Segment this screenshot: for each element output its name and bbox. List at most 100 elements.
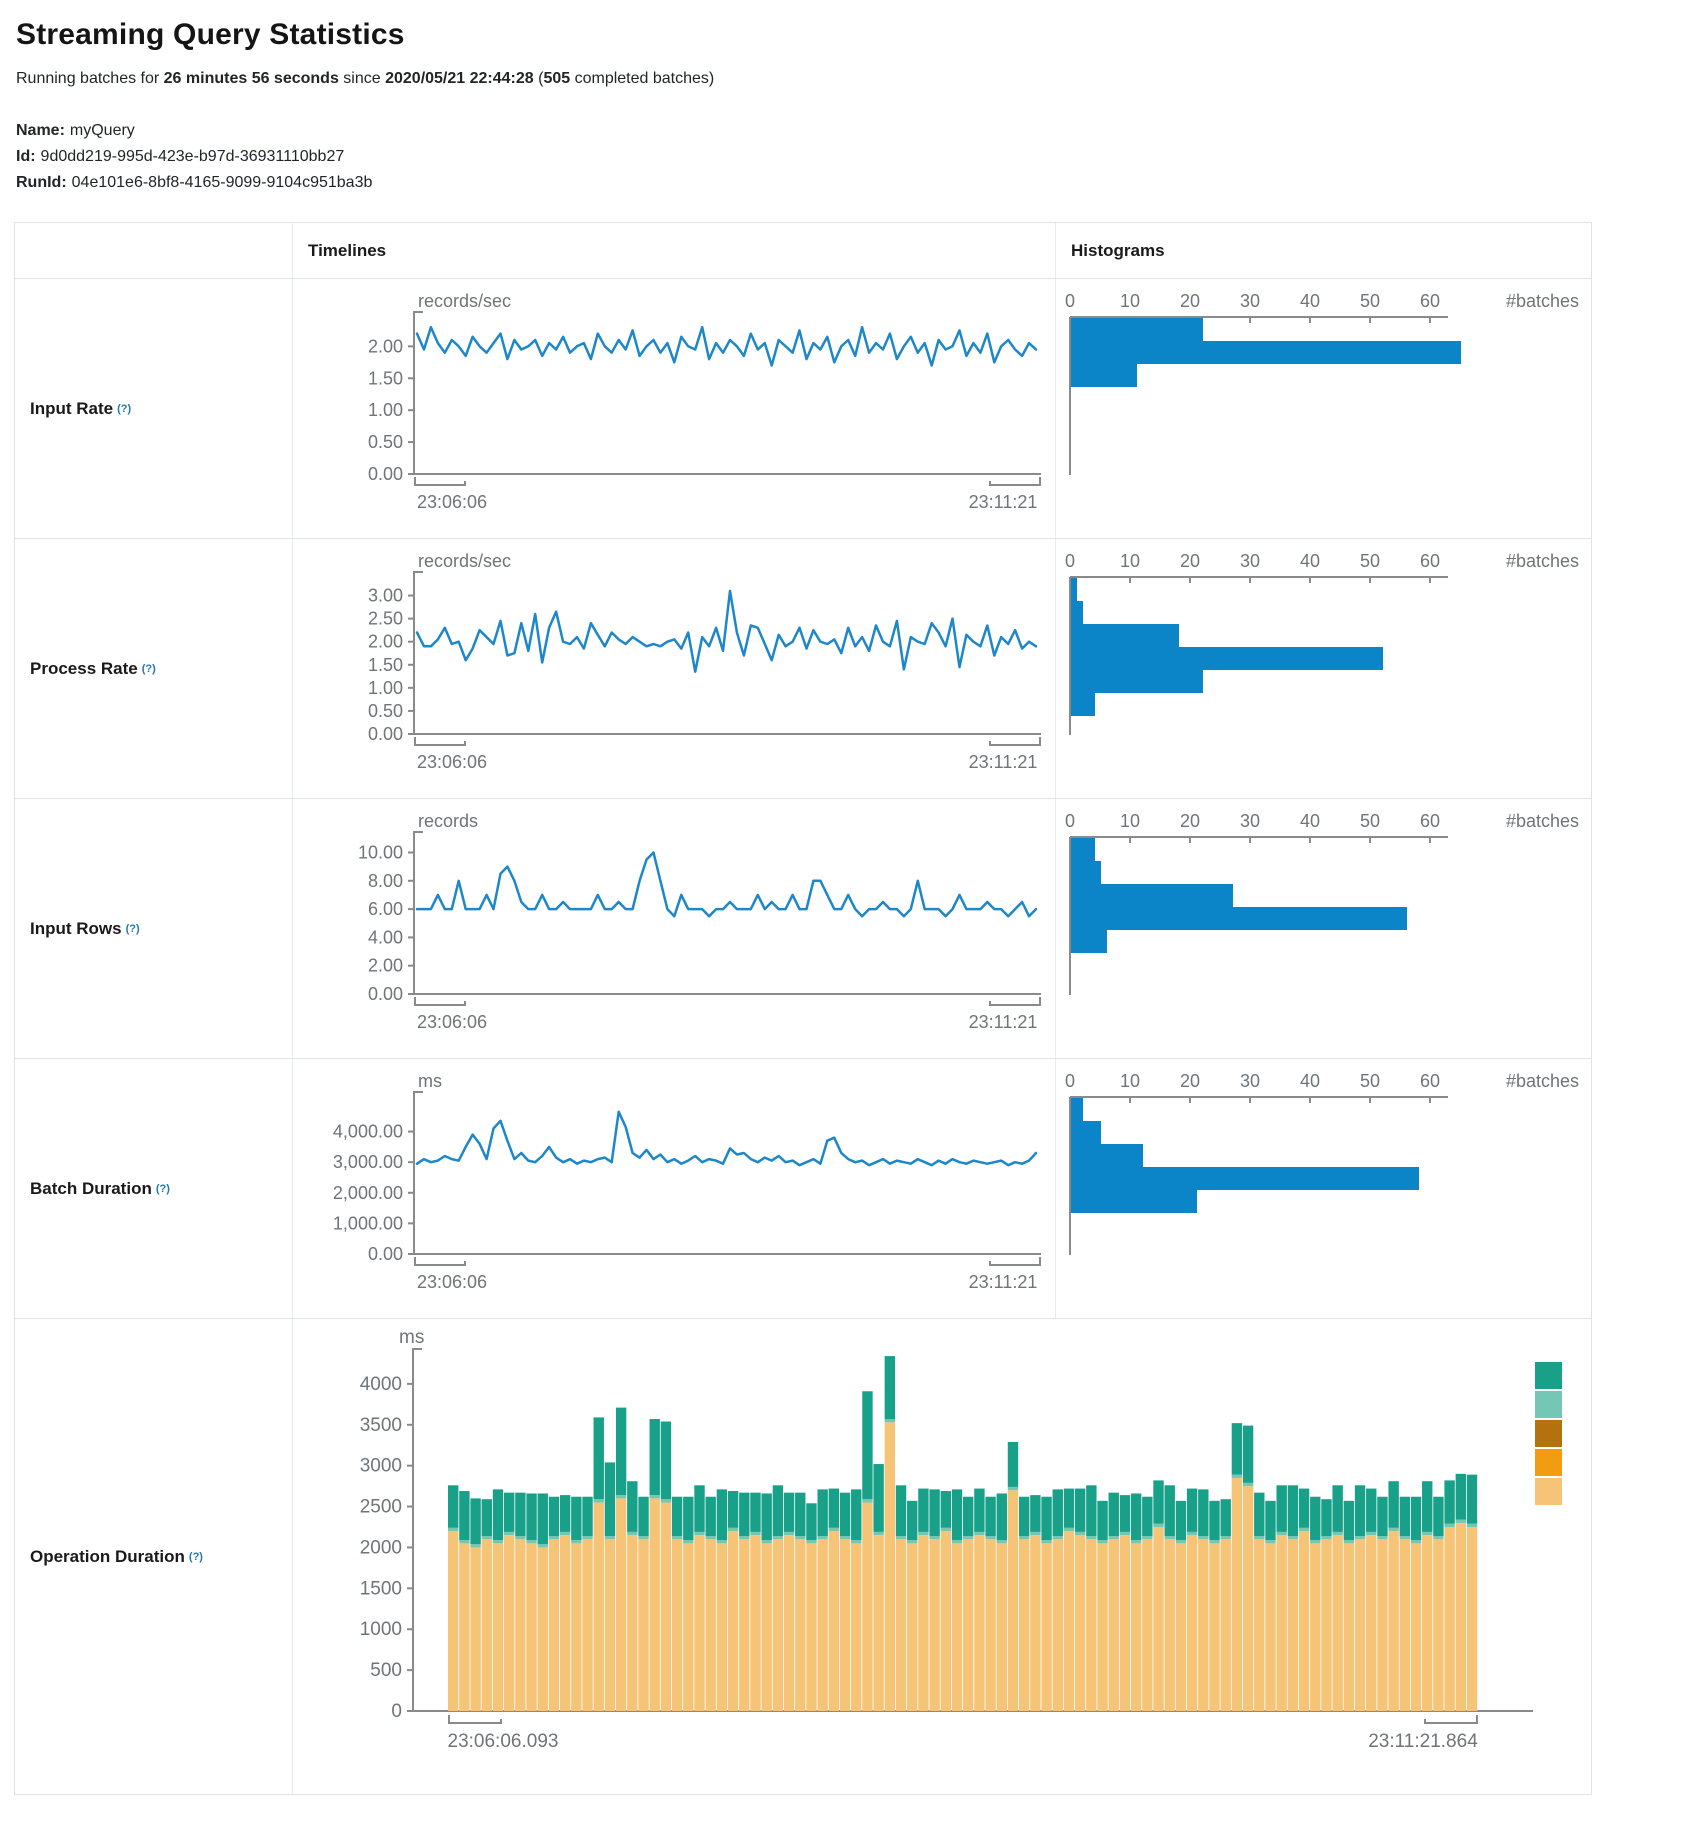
svg-text:0: 0	[391, 1701, 402, 1722]
svg-text:4000: 4000	[360, 1374, 402, 1395]
svg-text:40: 40	[1300, 811, 1320, 831]
streaming-query-statistics-page: Streaming Query Statistics Running batch…	[0, 0, 1693, 1835]
svg-text:3500: 3500	[360, 1415, 402, 1436]
svg-text:0.50: 0.50	[368, 701, 403, 721]
svg-text:8.00: 8.00	[368, 871, 403, 891]
svg-text:60: 60	[1420, 551, 1440, 571]
svg-text:4,000.00: 4,000.00	[333, 1122, 403, 1142]
process-rate-histogram-chart: 0102030405060#batches	[1056, 539, 1591, 798]
svg-text:ms: ms	[399, 1327, 424, 1348]
svg-text:23:11:21: 23:11:21	[969, 492, 1038, 512]
input-rate-histogram-chart: 0102030405060#batches	[1056, 279, 1591, 538]
svg-text:0.00: 0.00	[368, 984, 403, 1004]
svg-text:10: 10	[1120, 1071, 1140, 1091]
process-rate-label: Process Rate	[30, 659, 138, 679]
id-value: 9d0dd219-995d-423e-b97d-36931110bb27	[41, 148, 345, 165]
svg-text:1.00: 1.00	[368, 400, 403, 420]
svg-text:30: 30	[1240, 291, 1260, 311]
svg-text:records/sec: records/sec	[418, 291, 511, 311]
svg-text:23:11:21.864: 23:11:21.864	[1368, 1731, 1478, 1752]
name-value: myQuery	[70, 122, 135, 139]
page-title: Streaming Query Statistics	[16, 18, 1677, 52]
svg-text:23:11:21: 23:11:21	[969, 752, 1038, 772]
operation-duration-stacked-chart: ms4000350030002500200015001000500023:06:…	[293, 1319, 1591, 1794]
input-rate-timeline-chart: records/sec2.001.501.000.500.0023:06:062…	[293, 279, 1056, 538]
running-duration: 26 minutes 56 seconds	[164, 70, 339, 87]
svg-text:1.00: 1.00	[368, 678, 403, 698]
svg-text:10: 10	[1120, 811, 1140, 831]
svg-text:records/sec: records/sec	[418, 551, 511, 571]
input-rate-label: Input Rate	[30, 399, 113, 419]
svg-text:1.50: 1.50	[368, 368, 403, 388]
svg-text:0.50: 0.50	[368, 432, 403, 452]
help-icon[interactable]: (?)	[189, 1551, 203, 1563]
table-row-input-rate: Input Rate (?) records/sec 2.00 1.50 1.00 0.…	[15, 279, 1591, 539]
row-label-cell: Operation Duration (?)	[15, 1319, 293, 1794]
help-icon[interactable]: (?)	[142, 663, 156, 675]
svg-text:30: 30	[1240, 551, 1260, 571]
svg-text:4.00: 4.00	[368, 927, 403, 947]
svg-text:20: 20	[1180, 291, 1200, 311]
svg-text:2500: 2500	[360, 1497, 402, 1518]
summary-text: since	[339, 70, 385, 87]
svg-text:60: 60	[1420, 1071, 1440, 1091]
column-header-histograms: Histograms	[1056, 223, 1591, 278]
svg-text:23:11:21: 23:11:21	[969, 1272, 1038, 1292]
svg-text:23:06:06.093: 23:06:06.093	[448, 1731, 559, 1752]
row-label-cell: Input Rate (?)	[15, 279, 293, 538]
table-row-input-rows: Input Rows (?) records 10.00 8.00 6.00 4.00 2…	[15, 799, 1591, 1059]
start-timestamp: 2020/05/21 22:44:28	[385, 70, 534, 87]
svg-text:ms: ms	[418, 1071, 442, 1091]
svg-text:10.00: 10.00	[358, 842, 403, 862]
batch-duration-timeline-chart: ms4,000.003,000.002,000.001,000.000.0023…	[293, 1059, 1056, 1318]
svg-text:0.00: 0.00	[368, 724, 403, 744]
svg-text:#batches: #batches	[1506, 1071, 1579, 1091]
input-rows-histogram-chart: 0102030405060#batches	[1056, 799, 1591, 1058]
svg-text:records: records	[418, 811, 478, 831]
svg-text:500: 500	[370, 1660, 402, 1681]
svg-text:50: 50	[1360, 291, 1380, 311]
operation-duration-label: Operation Duration	[30, 1547, 185, 1567]
svg-text:2.00: 2.00	[368, 336, 403, 356]
svg-text:1500: 1500	[360, 1578, 402, 1599]
svg-text:3.00: 3.00	[368, 586, 403, 606]
svg-text:0: 0	[1065, 1071, 1075, 1091]
svg-text:40: 40	[1300, 291, 1320, 311]
statistics-table: Timelines Histograms Input Rate (?) reco…	[14, 222, 1592, 1795]
help-icon[interactable]: (?)	[126, 923, 140, 935]
svg-text:20: 20	[1180, 551, 1200, 571]
svg-text:20: 20	[1180, 811, 1200, 831]
svg-text:50: 50	[1360, 1071, 1380, 1091]
table-row-batch-duration: Batch Duration (?) ms 4,000.00 3,000.00 2,0…	[15, 1059, 1591, 1319]
svg-text:40: 40	[1300, 551, 1320, 571]
query-name-row: Name:myQuery	[16, 118, 1677, 144]
table-header-row: Timelines Histograms	[15, 223, 1591, 279]
summary-text: completed batches)	[570, 70, 714, 87]
query-metadata: Name:myQuery Id:9d0dd219-995d-423e-b97d-…	[16, 118, 1677, 196]
svg-text:50: 50	[1360, 551, 1380, 571]
row-label-cell: Input Rows (?)	[15, 799, 293, 1058]
svg-text:2,000.00: 2,000.00	[333, 1183, 403, 1203]
runid-label: RunId:	[16, 174, 67, 191]
svg-text:23:06:06: 23:06:06	[417, 1272, 487, 1292]
svg-text:2.00: 2.00	[368, 956, 403, 976]
svg-text:#batches: #batches	[1506, 291, 1579, 311]
row-label-cell: Process Rate (?)	[15, 539, 293, 798]
svg-text:10: 10	[1120, 291, 1140, 311]
svg-text:23:11:21: 23:11:21	[969, 1012, 1038, 1032]
svg-text:40: 40	[1300, 1071, 1320, 1091]
input-rows-label: Input Rows	[30, 919, 122, 939]
batch-duration-label: Batch Duration	[30, 1179, 152, 1199]
help-icon[interactable]: (?)	[156, 1183, 170, 1195]
svg-text:23:06:06: 23:06:06	[417, 492, 487, 512]
svg-text:0: 0	[1065, 291, 1075, 311]
svg-text:3,000.00: 3,000.00	[333, 1152, 403, 1172]
help-icon[interactable]: (?)	[117, 403, 131, 415]
batch-duration-histogram-chart: 0102030405060#batches	[1056, 1059, 1591, 1318]
svg-text:60: 60	[1420, 811, 1440, 831]
svg-text:6.00: 6.00	[368, 899, 403, 919]
svg-text:2000: 2000	[360, 1537, 402, 1558]
table-row-process-rate: Process Rate (?) records/sec3.002.502.00…	[15, 539, 1591, 799]
svg-text:23:06:06: 23:06:06	[417, 1012, 487, 1032]
svg-text:0: 0	[1065, 811, 1075, 831]
